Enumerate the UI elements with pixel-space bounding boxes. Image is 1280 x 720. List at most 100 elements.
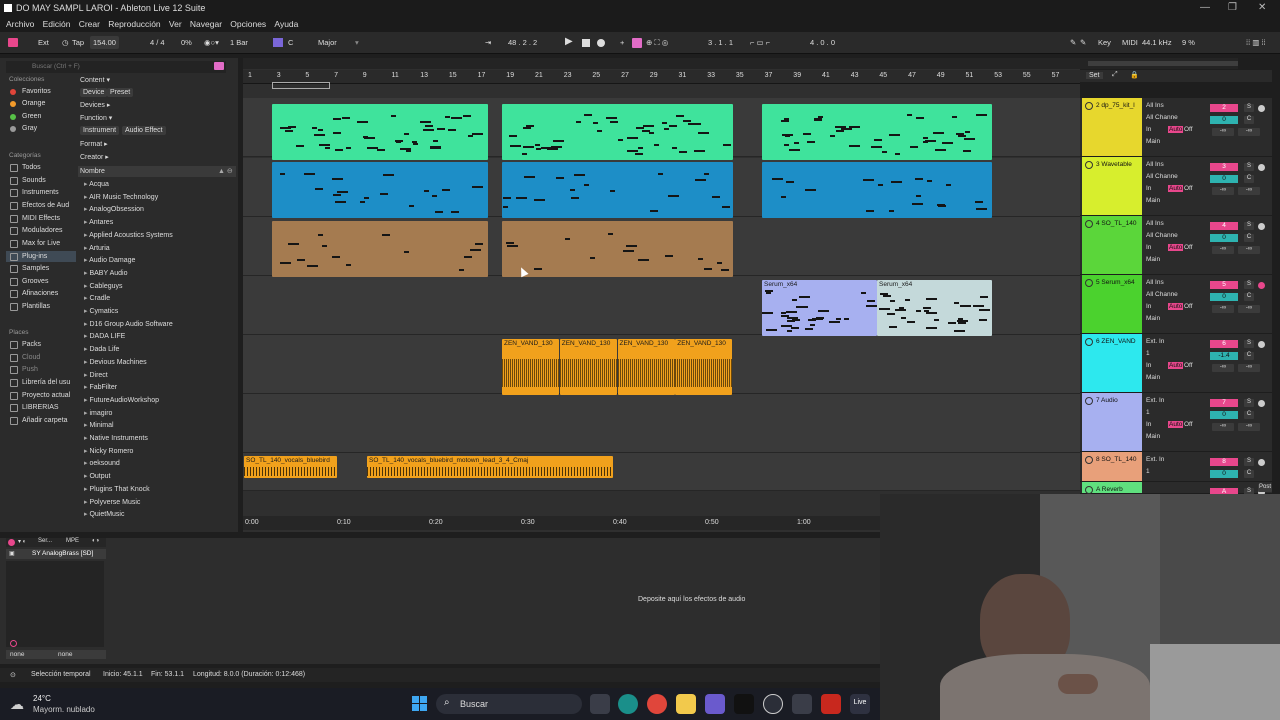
monitor-auto-button[interactable]: Auto — [1168, 303, 1184, 310]
browser-search-input[interactable]: Buscar (Ctrl + F) — [6, 61, 226, 73]
filter-preset-pill[interactable]: Preset — [107, 88, 134, 97]
input-channel-select[interactable]: All Channe — [1146, 232, 1178, 239]
category-modulators[interactable]: Moduladores — [10, 227, 62, 235]
plugin-folder-item[interactable]: BABY Audio — [84, 269, 127, 277]
place-add-folder[interactable]: Añadir carpeta — [10, 417, 68, 425]
place-user-library[interactable]: Librería del usu — [10, 379, 70, 387]
input-type-select[interactable]: All Ins — [1146, 279, 1164, 286]
monitor-auto-button[interactable]: Auto — [1168, 185, 1184, 192]
monitor-in-button[interactable]: In — [1146, 303, 1151, 310]
quantize-menu[interactable]: 1 Bar — [230, 38, 248, 47]
collection-orange[interactable]: Orange — [10, 100, 45, 107]
filter-audio-effect-pill[interactable]: Audio Effect — [122, 126, 166, 135]
track-header[interactable]: 5 Serum_x64 — [1082, 275, 1142, 333]
pan-center[interactable]: C — [1244, 116, 1254, 124]
input-type-select[interactable]: Ext. In — [1146, 456, 1164, 463]
overview-bar[interactable] — [243, 58, 1238, 69]
send-a[interactable]: -∞ — [1212, 187, 1234, 195]
place-packs[interactable]: Packs — [10, 341, 41, 349]
arm-record-icon[interactable] — [1258, 282, 1265, 289]
bar-ruler[interactable]: 1 3 5 7 9 11 13 15 17 19 21 23 25 27 29 31 33 35 37 39 41 43 4… — [243, 70, 1080, 84]
input-type-select[interactable]: All Ins — [1146, 220, 1164, 227]
menu-navegar[interactable]: Navegar — [190, 19, 222, 29]
filter-creator[interactable]: Creator ▸ — [80, 153, 109, 161]
input-channel-select[interactable]: 1 — [1146, 409, 1150, 416]
track-fold-icon[interactable] — [1085, 161, 1093, 169]
menu-reproduccion[interactable]: Reproducción — [108, 19, 160, 29]
add-device-icon[interactable] — [10, 640, 17, 647]
track-name[interactable]: 7 Audio — [1096, 397, 1118, 404]
monitor-in-button[interactable]: In — [1146, 185, 1151, 192]
chevron-down-icon[interactable]: ▾ ◐ — [18, 538, 26, 545]
monitor-off-button[interactable]: Off — [1184, 244, 1193, 251]
plugin-folder-item[interactable]: DADA LIFE — [84, 332, 125, 340]
record-icon[interactable] — [597, 39, 605, 47]
key-selector[interactable]: C — [288, 38, 293, 47]
plugin-folder-item[interactable]: FutureAudioWorkshop — [84, 396, 159, 404]
place-librerias[interactable]: LIBRERIAS — [10, 404, 59, 412]
category-todos[interactable]: Todos — [10, 164, 41, 172]
output-select[interactable]: Main — [1146, 197, 1160, 204]
monitor-off-button[interactable]: Off — [1184, 126, 1193, 133]
ext-sync-button[interactable]: Ext — [38, 38, 49, 47]
plugin-folder-item[interactable]: Acqua — [84, 180, 109, 188]
expand-icon[interactable]: ⤢ — [1112, 71, 1118, 79]
collection-favoritos[interactable]: Favoritos — [10, 88, 51, 95]
track-name[interactable]: 5 Serum_x64 — [1096, 279, 1135, 286]
arm-record-icon[interactable] — [1258, 105, 1265, 112]
send-b[interactable]: -∞ — [1238, 364, 1260, 372]
close-icon[interactable]: ✕ — [1258, 2, 1266, 13]
input-channel-select[interactable]: 1 — [1146, 350, 1150, 357]
file-explorer-icon[interactable] — [676, 694, 696, 714]
serum-midi-clip[interactable]: Serum_x64 — [762, 280, 877, 336]
input-channel-select[interactable]: All Channe — [1146, 291, 1178, 298]
collection-green[interactable]: Green — [10, 113, 41, 120]
wavetable-midi-clip[interactable] — [502, 162, 733, 218]
input-channel-select[interactable]: 1 — [1146, 468, 1150, 475]
track-header[interactable]: 8 SO_TL_140 — [1082, 452, 1142, 481]
menu-edicion[interactable]: Edición — [43, 19, 71, 29]
solo-button[interactable]: S — [1244, 222, 1254, 230]
plugin-folder-item[interactable]: Audio Damage — [84, 256, 135, 264]
plugin-folder-item[interactable]: AIR Music Technology — [84, 193, 158, 201]
plugin-folder-item[interactable]: Polyverse Music — [84, 498, 140, 506]
solo-button[interactable]: S — [1244, 104, 1254, 112]
send-a[interactable]: -∞ — [1212, 364, 1234, 372]
overdub-icon[interactable]: + — [620, 38, 624, 47]
filter-instrument-pill[interactable]: Instrument — [80, 126, 120, 135]
send-a[interactable]: -∞ — [1212, 128, 1234, 136]
lock-icon[interactable]: 🔒 — [1130, 71, 1139, 79]
plugin-folder-item[interactable]: Cableguys — [84, 282, 122, 290]
serum-midi-clip[interactable]: Serum_x64 — [877, 280, 992, 336]
track-name[interactable]: 8 SO_TL_140 — [1096, 456, 1136, 463]
set-button[interactable]: Set — [1086, 72, 1103, 79]
send-b[interactable]: -∞ — [1238, 305, 1260, 313]
pan-center[interactable]: C — [1244, 352, 1254, 360]
track-volume[interactable]: 0 — [1210, 234, 1238, 242]
plugin-folder-item[interactable]: Native Instruments — [84, 434, 147, 442]
brown-midi-clip[interactable] — [502, 221, 733, 277]
drum-midi-clip[interactable] — [762, 104, 992, 160]
track-lane[interactable] — [243, 394, 1080, 453]
scale-mode-icon[interactable] — [273, 38, 283, 47]
plugin-folder-item[interactable]: Nicky Romero — [84, 447, 133, 455]
category-grooves[interactable]: Grooves — [10, 278, 48, 286]
wavetable-midi-clip[interactable] — [272, 162, 488, 218]
time-ruler[interactable]: 0:00 0:10 0:20 0:30 0:40 0:50 1:00 — [243, 516, 880, 530]
track-activator[interactable]: 4 — [1210, 222, 1238, 230]
pan-center[interactable]: C — [1244, 234, 1254, 242]
midi-from-select[interactable]: none — [10, 651, 24, 658]
monitor-auto-button[interactable]: Auto — [1168, 244, 1184, 251]
pan-center[interactable]: C — [1244, 470, 1254, 478]
plugin-folder-item[interactable]: Antares — [84, 218, 113, 226]
send-b[interactable]: -∞ — [1238, 246, 1260, 254]
metronome-icon[interactable]: ◷ — [62, 38, 69, 47]
groove-amount[interactable]: 0% — [181, 38, 192, 47]
send-b[interactable]: -∞ — [1238, 128, 1260, 136]
track-volume[interactable]: 0 — [1210, 175, 1238, 183]
menu-ver[interactable]: Ver — [169, 19, 182, 29]
edit-icon[interactable]: ✎ — [1080, 38, 1086, 47]
pan-center[interactable]: C — [1244, 175, 1254, 183]
time-signature[interactable]: 4 / 4 — [150, 38, 165, 47]
plugin-folder-item[interactable]: D16 Group Audio Software — [84, 320, 172, 328]
